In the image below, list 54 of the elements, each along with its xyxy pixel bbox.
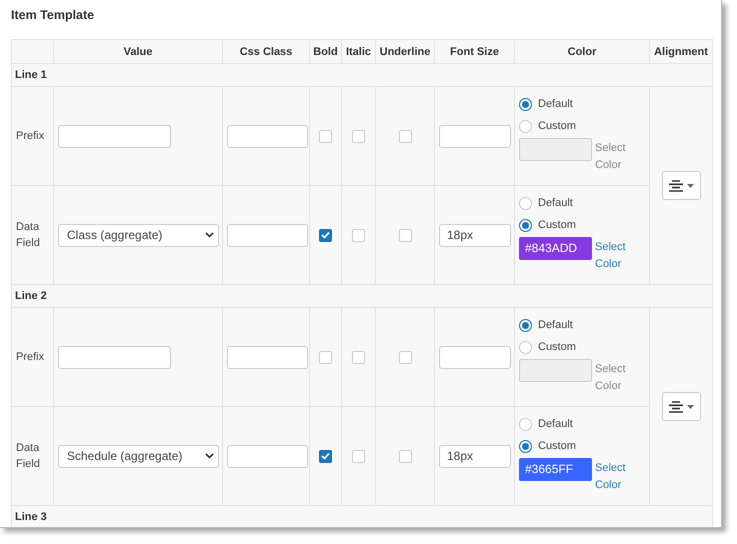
radio-label: Custom: [538, 440, 576, 452]
text-field[interactable]: [227, 346, 308, 368]
chevron-icon: [205, 232, 214, 238]
radio-label: Default: [538, 197, 573, 209]
column-header: Color: [514, 40, 650, 64]
dropdown[interactable]: Schedule (aggregate): [58, 444, 219, 468]
radio-label: Custom: [538, 120, 576, 132]
line-heading: Line 1: [15, 69, 47, 81]
caret-icon: [686, 184, 694, 188]
align-center-icon: [668, 180, 682, 192]
text-field[interactable]: 18px: [439, 224, 511, 246]
radio-button[interactable]: [519, 318, 532, 332]
radio-button[interactable]: [519, 218, 532, 232]
color-swatch[interactable]: #843ADD: [519, 237, 592, 260]
radio-label: Custom: [538, 219, 576, 231]
line-heading: Line 3: [15, 511, 47, 523]
column-header: Alignment: [650, 40, 712, 64]
radio-label: Default: [538, 319, 573, 331]
radio-label: Custom: [538, 341, 576, 353]
text-field[interactable]: [58, 124, 171, 148]
chevron-icon: [205, 453, 214, 459]
text-field[interactable]: [227, 444, 308, 468]
select-color-link[interactable]: Select Color: [595, 239, 635, 273]
radio-label: Default: [538, 418, 573, 430]
row-label: Prefix: [15, 128, 46, 144]
caret-icon: [686, 404, 694, 408]
text-field[interactable]: [227, 124, 308, 148]
select-color-link[interactable]: Select Color: [595, 460, 635, 494]
text-field[interactable]: [439, 124, 511, 148]
column-header: Italic: [342, 40, 376, 64]
text-field[interactable]: 18px: [439, 444, 511, 468]
checkbox[interactable]: [319, 228, 332, 242]
radio-button[interactable]: [519, 440, 532, 452]
column-header: Font Size: [434, 40, 514, 64]
line-heading: Line 2: [15, 290, 47, 302]
text-field[interactable]: [227, 224, 308, 246]
alignment-button[interactable]: [662, 171, 700, 200]
row-label: Data Field: [15, 440, 41, 472]
section-title: Item Template: [11, 8, 96, 24]
radio-button[interactable]: [519, 98, 532, 110]
alignment-button[interactable]: [662, 392, 700, 421]
align-center-icon: [668, 400, 682, 412]
row-label: Prefix: [15, 350, 46, 365]
column-header: Css Class: [222, 40, 310, 64]
text-field[interactable]: [439, 346, 511, 368]
radio-label: Default: [538, 98, 573, 110]
column-header: Underline: [376, 40, 434, 64]
dropdown[interactable]: Class (aggregate): [58, 224, 219, 246]
column-header: Value: [54, 40, 222, 64]
color-swatch[interactable]: #3665FF: [519, 458, 592, 481]
row-label: Data Field: [15, 220, 41, 251]
text-field[interactable]: [58, 346, 171, 368]
column-header: Bold: [310, 40, 342, 64]
checkbox[interactable]: [319, 450, 332, 462]
